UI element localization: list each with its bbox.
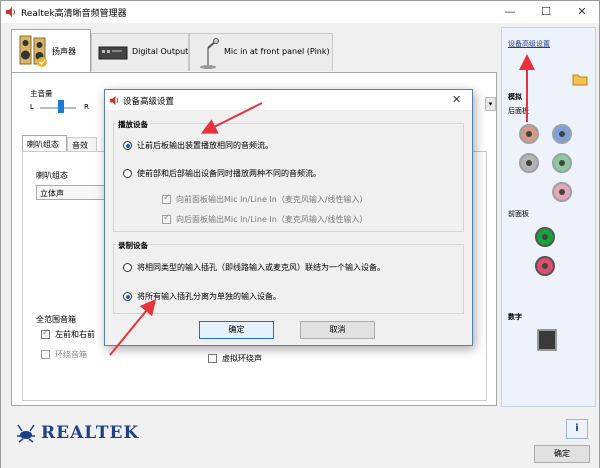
arrow-to-playback-option (200, 102, 263, 134)
annotation-arrows (109, 54, 535, 356)
arrow-to-record-option (109, 298, 157, 356)
